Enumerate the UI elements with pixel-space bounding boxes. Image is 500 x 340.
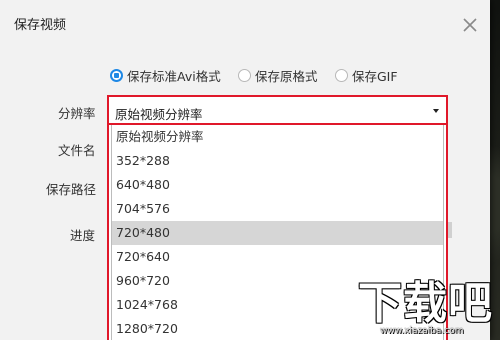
dropdown-list-body: 原始视频分辨率 352*288 640*480 704*576 720*480 … — [111, 125, 444, 340]
save-video-dialog: 保存视频 保存标准Avi格式 保存原格式 保存GIF 分辨率 文件名 保存路径 … — [0, 0, 490, 340]
save-path-label: 保存路径 — [46, 182, 97, 197]
resolution-select-value: 原始视频分辨率 — [115, 107, 203, 122]
resolution-option[interactable]: 1024*768 — [112, 293, 443, 317]
resolution-option[interactable]: 960*720 — [112, 269, 443, 293]
radio-label: 保存原格式 — [255, 69, 318, 84]
resolution-select[interactable]: 原始视频分辨率 — [107, 95, 448, 125]
resolution-label: 分辨率 — [58, 106, 96, 121]
resolution-option[interactable]: 704*576 — [112, 197, 443, 221]
dialog-title: 保存视频 — [14, 18, 67, 33]
progress-bar — [448, 222, 452, 238]
dropdown-arrow-icon[interactable] — [433, 109, 439, 113]
radio-label: 保存标准Avi格式 — [127, 69, 221, 84]
resolution-option[interactable]: 720*640 — [112, 245, 443, 269]
resolution-option-hovered[interactable]: 720*480 — [112, 221, 443, 245]
filename-label: 文件名 — [58, 143, 96, 158]
radio-save-avi[interactable]: 保存标准Avi格式 — [110, 66, 221, 85]
radio-save-original[interactable]: 保存原格式 — [238, 66, 318, 85]
radio-unchecked-icon — [238, 69, 251, 82]
resolution-dropdown-list: 原始视频分辨率 352*288 640*480 704*576 720*480 … — [107, 125, 448, 340]
close-icon[interactable] — [462, 17, 478, 33]
resolution-option[interactable]: 原始视频分辨率 — [112, 125, 443, 149]
progress-label: 进度 — [70, 228, 96, 243]
resolution-option[interactable]: 1280*720 — [112, 317, 443, 340]
radio-save-gif[interactable]: 保存GIF — [335, 66, 398, 85]
resolution-option[interactable]: 640*480 — [112, 173, 443, 197]
radio-unchecked-icon — [335, 69, 348, 82]
radio-checked-icon — [110, 69, 123, 82]
dialog-titlebar: 保存视频 — [0, 0, 490, 52]
resolution-option[interactable]: 352*288 — [112, 149, 443, 173]
radio-label: 保存GIF — [352, 69, 398, 84]
